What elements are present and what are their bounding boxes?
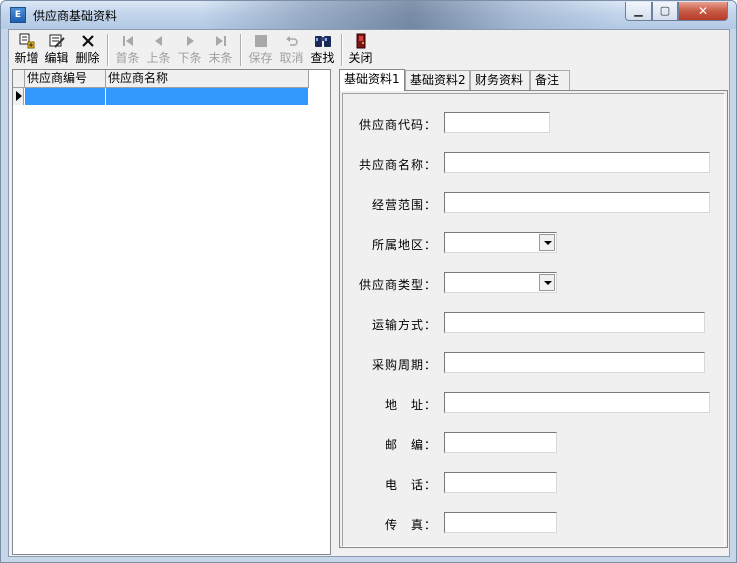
maximize-icon: ▢ <box>659 4 671 17</box>
toolbar-separator <box>341 34 343 66</box>
save-label: 保存 <box>248 51 273 65</box>
edit-label: 编辑 <box>44 51 69 65</box>
binoculars-icon <box>307 33 338 51</box>
minimize-button[interactable]: ▁ <box>625 2 652 21</box>
supplier-code-label: 供应商代码： <box>358 118 437 132</box>
table-row[interactable] <box>13 88 309 105</box>
new-record-icon <box>11 33 42 51</box>
window-title: 供应商基础资料 <box>33 9 118 23</box>
supplier-type-label: 供应商类型： <box>358 278 437 292</box>
find-button[interactable]: 查找 <box>307 33 338 67</box>
column-header-supplier-name[interactable]: 供应商名称 <box>106 70 309 88</box>
supplier-grid[interactable]: 供应商编号 供应商名称 <box>12 69 331 555</box>
purchase-cycle-label: 采购周期： <box>371 358 437 372</box>
grid-cell-supplier-name[interactable] <box>106 88 309 105</box>
chevron-down-icon[interactable] <box>539 274 555 291</box>
exit-door-icon <box>345 33 376 51</box>
supplier-code-input[interactable] <box>444 112 550 133</box>
region-combo[interactable] <box>444 232 557 253</box>
next-record-icon <box>174 33 205 51</box>
new-label: 新增 <box>14 51 39 65</box>
first-record-button[interactable]: 首条 <box>112 33 143 67</box>
address-input[interactable] <box>444 392 710 413</box>
title-bar[interactable]: E 供应商基础资料 ▁ ▢ ✕ <box>1 1 736 29</box>
cancel-label: 取消 <box>279 51 304 65</box>
maximize-button[interactable]: ▢ <box>652 2 678 21</box>
client-area: 新增 编辑 删除 首条 上条 下条 末条 保存 取消 查找 关闭 供应商编号 供… <box>8 29 730 557</box>
chevron-down-icon[interactable] <box>539 234 555 251</box>
close-icon: ✕ <box>697 4 709 18</box>
app-icon[interactable]: E <box>10 7 26 23</box>
tab-notes[interactable]: 备注 <box>530 70 570 90</box>
find-label: 查找 <box>310 51 335 65</box>
last-record-label: 末条 <box>208 51 233 65</box>
new-button[interactable]: 新增 <box>11 33 42 67</box>
form-group: 供应商代码： 共应商名称： 经营范围： 所属地区： 供应商类型： 运输方式： 采… <box>342 93 725 547</box>
grid-header: 供应商编号 供应商名称 <box>13 70 309 88</box>
business-scope-label: 经营范围： <box>371 198 437 212</box>
fax-input[interactable] <box>444 512 557 533</box>
phone-label: 电 话： <box>384 478 437 492</box>
tab-panel-basic-info-1: 供应商代码： 共应商名称： 经营范围： 所属地区： 供应商类型： 运输方式： 采… <box>339 90 728 548</box>
address-label: 地 址： <box>384 398 437 412</box>
supplier-name-input[interactable] <box>444 152 710 173</box>
delete-label: 删除 <box>75 51 100 65</box>
region-label: 所属地区： <box>371 238 437 252</box>
delete-button[interactable]: 删除 <box>72 33 103 67</box>
delete-icon <box>72 33 103 51</box>
previous-record-label: 上条 <box>146 51 171 65</box>
toolbar: 新增 编辑 删除 首条 上条 下条 末条 保存 取消 查找 关闭 <box>9 30 729 68</box>
next-record-button[interactable]: 下条 <box>174 33 205 67</box>
undo-icon <box>276 33 307 51</box>
previous-record-icon <box>143 33 174 51</box>
tab-strip: 基础资料1 基础资料2 财务资料 备注 <box>339 69 729 91</box>
supplier-name-label: 共应商名称： <box>358 158 437 172</box>
tab-basic-info-2[interactable]: 基础资料2 <box>405 70 470 90</box>
toolbar-separator <box>107 34 109 66</box>
column-header-supplier-code[interactable]: 供应商编号 <box>25 70 106 88</box>
tab-basic-info-1[interactable]: 基础资料1 <box>339 69 405 91</box>
title-bar-decoration <box>201 1 621 29</box>
close-label: 关闭 <box>348 51 373 65</box>
close-button[interactable]: 关闭 <box>345 33 376 67</box>
grid-cell-supplier-code[interactable] <box>25 88 106 105</box>
previous-record-button[interactable]: 上条 <box>143 33 174 67</box>
business-scope-input[interactable] <box>444 192 710 213</box>
last-record-icon <box>205 33 236 51</box>
supplier-type-combo[interactable] <box>444 272 557 293</box>
edit-button[interactable]: 编辑 <box>41 33 72 67</box>
transport-method-input[interactable] <box>444 312 705 333</box>
fax-label: 传 真： <box>384 518 437 532</box>
transport-method-label: 运输方式： <box>371 318 437 332</box>
purchase-cycle-input[interactable] <box>444 352 705 373</box>
zip-code-input[interactable] <box>444 432 557 453</box>
save-icon <box>245 33 276 51</box>
cancel-button[interactable]: 取消 <box>276 33 307 67</box>
save-button[interactable]: 保存 <box>245 33 276 67</box>
phone-input[interactable] <box>444 472 557 493</box>
last-record-button[interactable]: 末条 <box>205 33 236 67</box>
zip-code-label: 邮 编： <box>384 438 437 452</box>
grid-corner <box>13 70 25 88</box>
minimize-icon: ▁ <box>634 4 643 17</box>
next-record-label: 下条 <box>177 51 202 65</box>
main-window: E 供应商基础资料 ▁ ▢ ✕ 新增 编辑 删除 首条 上条 下条 末条 保存 … <box>0 0 737 563</box>
tab-financial-info[interactable]: 财务资料 <box>470 70 530 90</box>
edit-icon <box>41 33 72 51</box>
first-record-label: 首条 <box>115 51 140 65</box>
first-record-icon <box>112 33 143 51</box>
toolbar-separator <box>240 34 242 66</box>
row-indicator-icon <box>13 88 24 105</box>
close-window-button[interactable]: ✕ <box>678 2 728 21</box>
